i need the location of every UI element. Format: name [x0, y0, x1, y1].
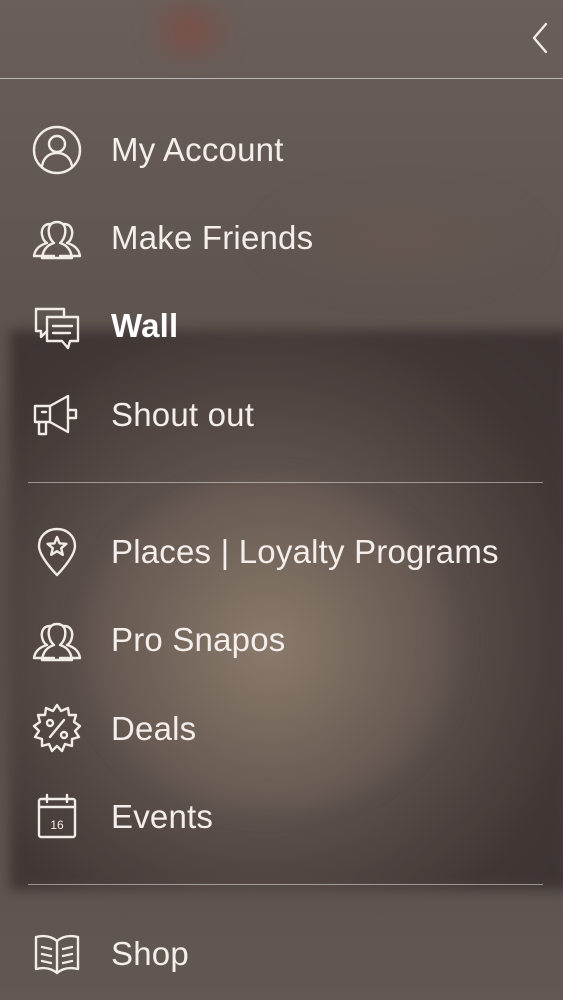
menu-item-label: Events [111, 798, 214, 835]
menu-item-label: Deals [111, 710, 197, 747]
chat-bubbles-icon [28, 297, 86, 355]
menu-item-deals[interactable]: Deals [0, 689, 563, 769]
menu-item-events[interactable]: 16 Events [0, 777, 563, 857]
menu-item-places-loyalty[interactable]: Places | Loyalty Programs [0, 512, 563, 592]
menu-item-label: Shout out [111, 396, 255, 433]
open-book-icon [28, 925, 86, 983]
section-divider [28, 482, 543, 483]
user-circle-icon [28, 121, 86, 179]
menu-item-label: Places | Loyalty Programs [111, 533, 499, 570]
menu-item-pro-snapos[interactable]: Pro Snapos [0, 600, 563, 680]
map-pin-star-icon [28, 523, 86, 581]
menu-item-label: My Account [111, 131, 284, 168]
people-icon [28, 209, 86, 267]
back-button[interactable] [523, 18, 557, 58]
menu-header [0, 0, 563, 80]
menu-item-shop[interactable]: Shop [0, 914, 563, 994]
calendar-day-number: 16 [50, 818, 64, 832]
menu-item-shout-out[interactable]: Shout out [0, 375, 563, 455]
side-menu: My Account Make Friends Wall Shout out P… [0, 0, 563, 1000]
menu-item-wall[interactable]: Wall [0, 286, 563, 366]
menu-item-label: Shop [111, 935, 189, 972]
megaphone-icon [28, 386, 86, 444]
menu-item-label: Make Friends [111, 219, 314, 256]
people-icon [28, 611, 86, 669]
menu-item-make-friends[interactable]: Make Friends [0, 198, 563, 278]
chevron-left-icon [532, 22, 548, 54]
discount-badge-icon [28, 700, 86, 758]
menu-item-label: Pro Snapos [111, 621, 286, 658]
calendar-icon: 16 [28, 788, 86, 846]
menu-item-label: Wall [111, 307, 179, 344]
menu-item-my-account[interactable]: My Account [0, 110, 563, 190]
header-divider [0, 78, 563, 79]
section-divider [28, 884, 543, 885]
